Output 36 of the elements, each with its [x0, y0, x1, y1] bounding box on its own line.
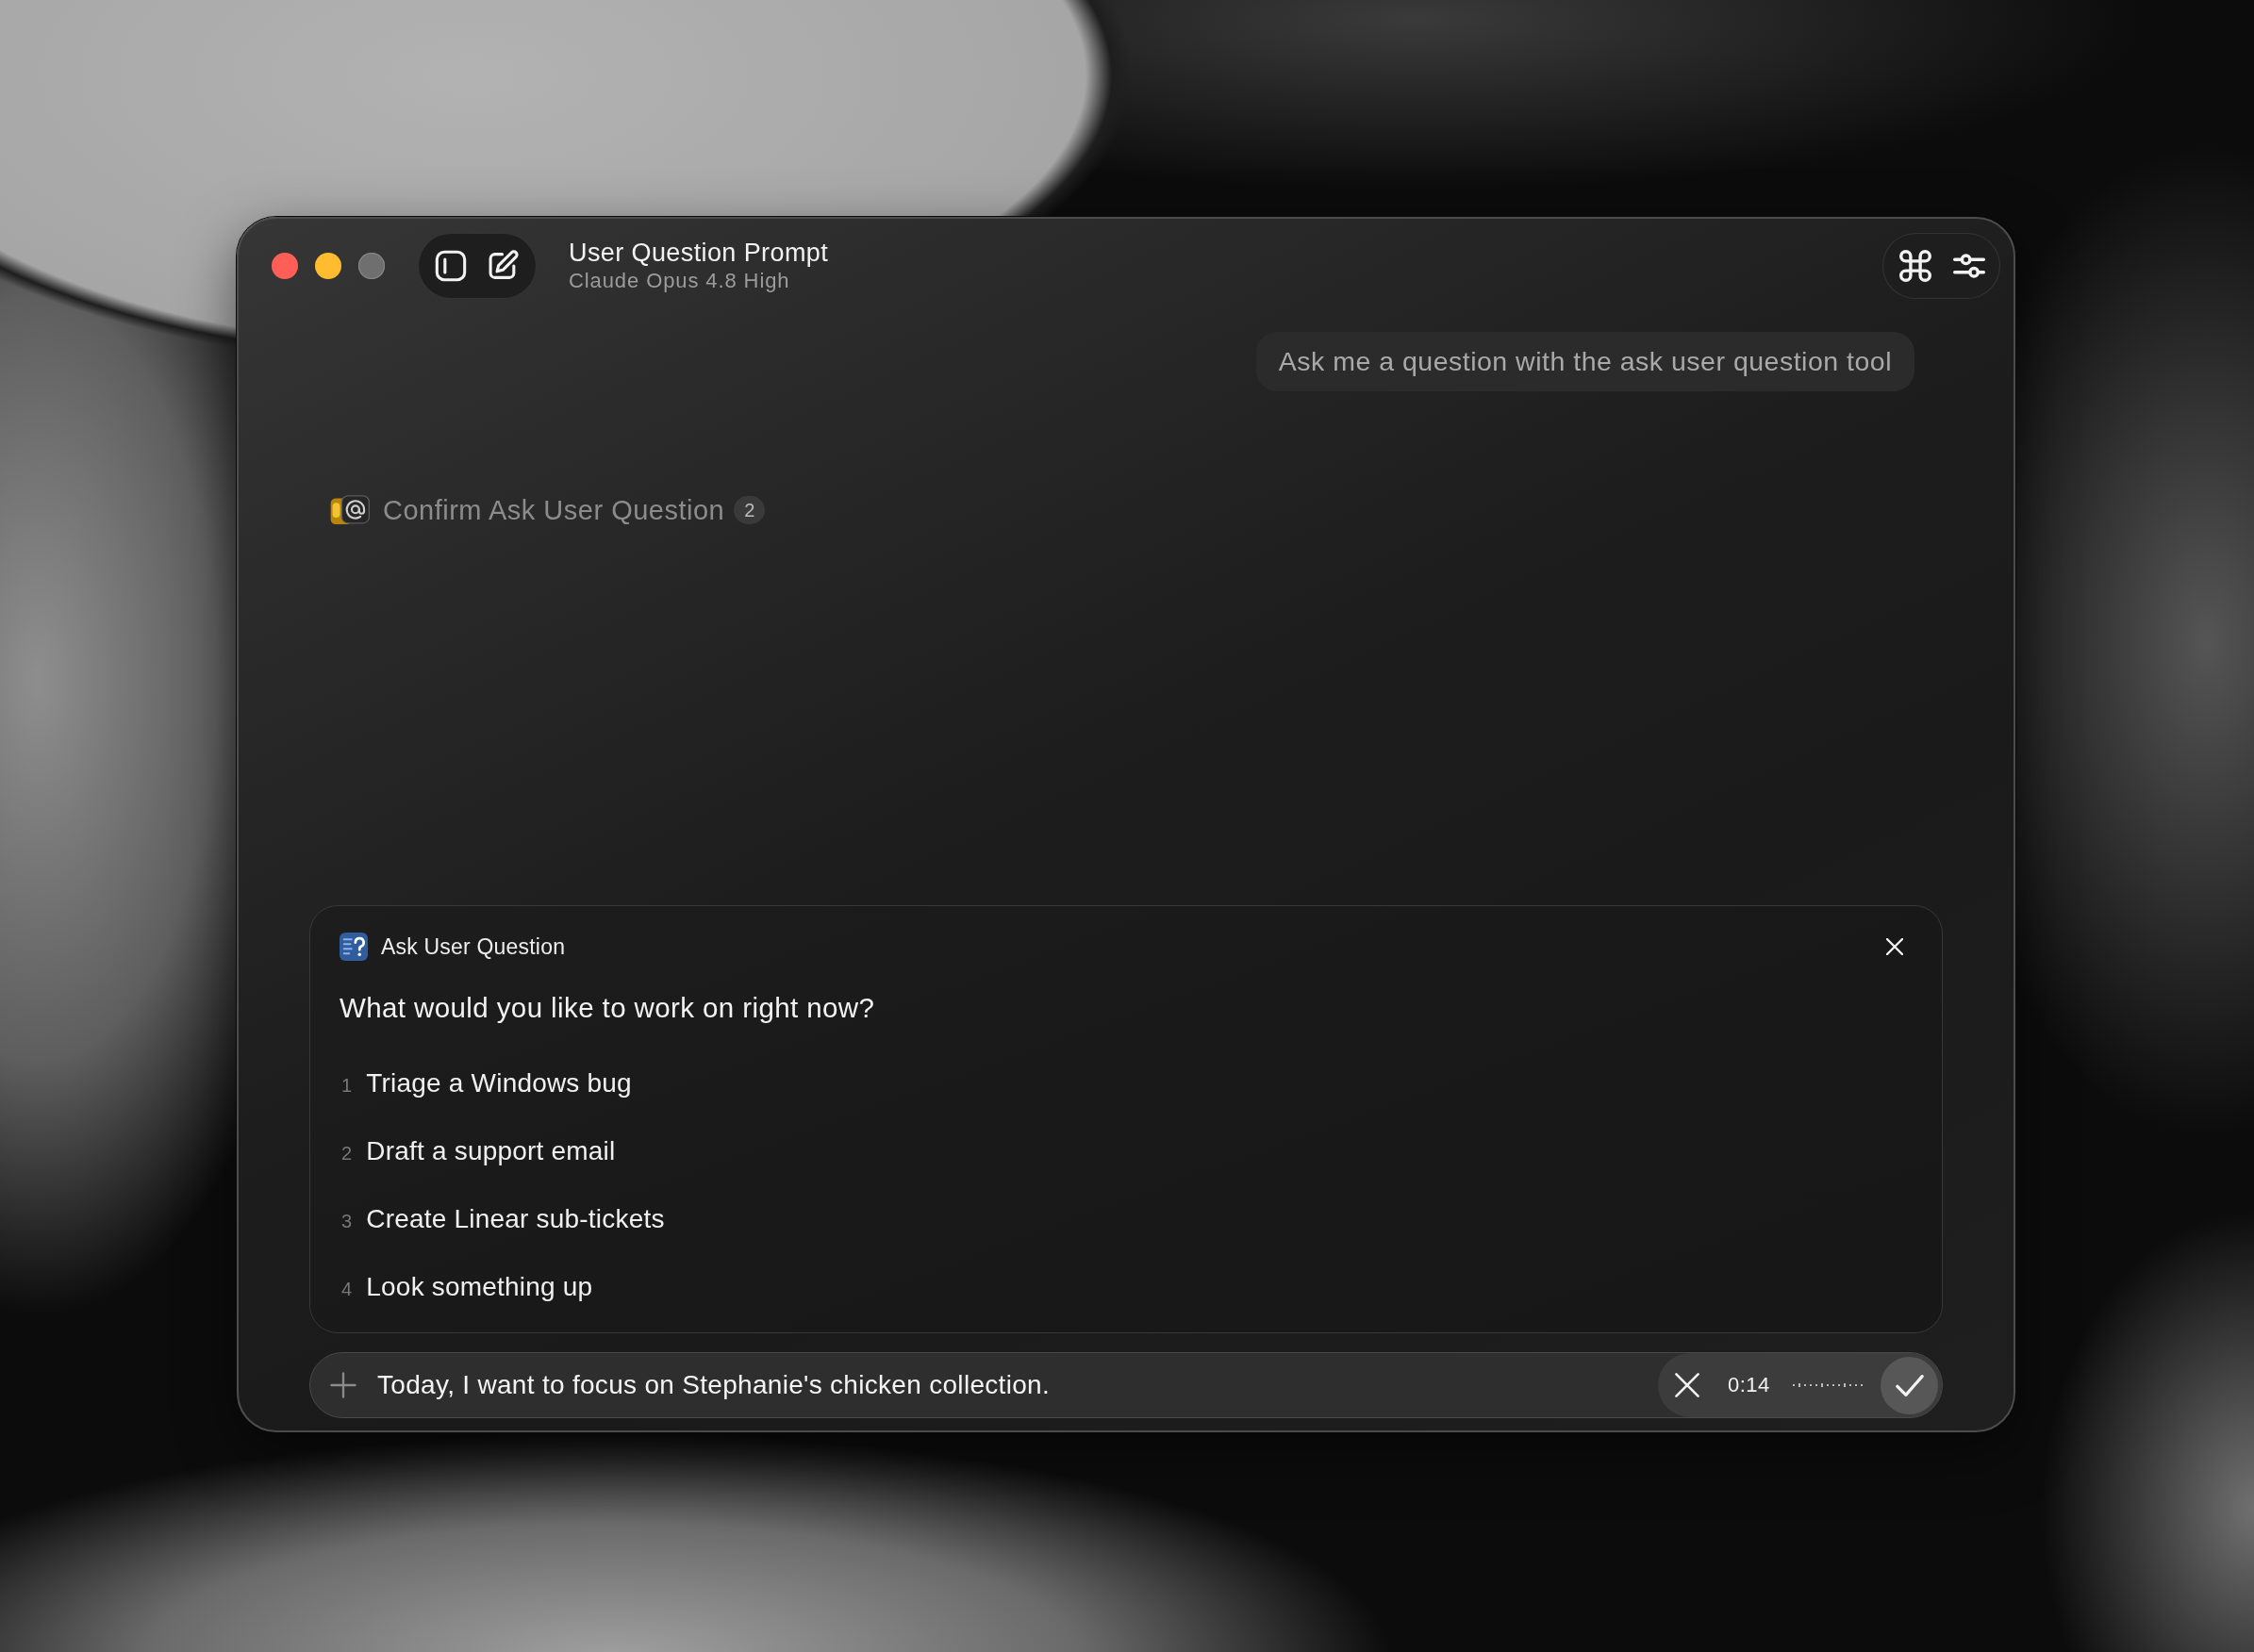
option-number: 1 — [341, 1074, 353, 1098]
option-number: 3 — [341, 1210, 353, 1233]
sidebar-toggle-button[interactable] — [435, 250, 467, 282]
question-text: What would you like to work on right now? — [340, 991, 875, 1025]
new-chat-button[interactable] — [488, 250, 520, 282]
checkmark-icon — [1895, 1374, 1924, 1396]
window-title: User Question Prompt — [569, 238, 829, 268]
recording-time: 0:14 — [1728, 1373, 1770, 1397]
close-icon — [1675, 1373, 1699, 1397]
command-key-icon — [1899, 250, 1931, 282]
answer-option[interactable]: 3 Create Linear sub-tickets — [338, 1200, 674, 1240]
model-name: Claude Opus 4.8 High — [569, 268, 790, 294]
question-tile-icon — [340, 933, 368, 961]
command-button[interactable] — [1899, 250, 1931, 282]
cancel-recording-button[interactable] — [1675, 1373, 1699, 1397]
tool-call-label: Confirm Ask User Question — [383, 494, 725, 526]
answer-option[interactable]: 4 Look something up — [338, 1268, 603, 1308]
answer-option[interactable]: 1 Triage a Windows bug — [338, 1065, 641, 1104]
option-number: 2 — [341, 1142, 353, 1165]
message-composer[interactable]: Today, I want to focus on Stephanie's chicken collection. 0:14 — [309, 1352, 1943, 1418]
app-tiles-icon — [330, 495, 370, 525]
answer-option[interactable]: 2 Draft a support email — [338, 1132, 625, 1172]
close-icon — [1886, 938, 1903, 955]
pencil-square-icon — [488, 250, 520, 282]
count-badge: 2 — [734, 496, 766, 524]
minimize-window-button[interactable] — [315, 253, 341, 279]
plus-icon — [330, 1372, 356, 1398]
close-window-button[interactable] — [272, 253, 298, 279]
add-button[interactable] — [330, 1372, 356, 1398]
option-number: 4 — [341, 1278, 353, 1301]
close-button[interactable] — [1886, 938, 1903, 955]
user-message: Ask me a question with the ask user question tool — [1255, 332, 1914, 391]
confirm-button[interactable] — [1881, 1356, 1938, 1414]
message-input[interactable]: Today, I want to focus on Stephanie's chicken collection. — [377, 1366, 1658, 1404]
card-title: Ask User Question — [381, 933, 566, 960]
sidebar-icon — [435, 250, 467, 282]
